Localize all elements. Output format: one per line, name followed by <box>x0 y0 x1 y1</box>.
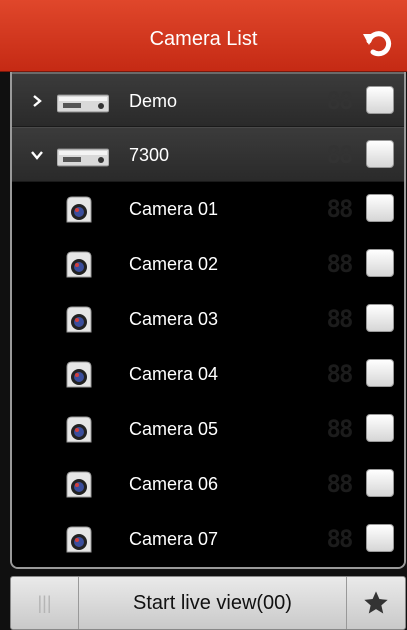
camera-checkbox[interactable] <box>366 469 394 497</box>
camera-checkbox[interactable] <box>366 359 394 387</box>
camera-checkbox[interactable] <box>366 414 394 442</box>
favorite-button[interactable] <box>347 577 405 629</box>
dvr-device-icon <box>57 148 109 167</box>
camera-icon <box>66 251 92 278</box>
camera-icon <box>66 361 92 388</box>
camera-icon <box>66 526 92 553</box>
header-bar: Camera List <box>0 0 407 72</box>
camera-row[interactable]: Camera 07 88 <box>12 512 404 567</box>
camera-name: Camera 04 <box>129 364 219 384</box>
channel-indicator: 88 <box>326 250 354 278</box>
channel-indicator: 88 <box>326 415 354 443</box>
camera-icon <box>66 306 92 333</box>
camera-icon <box>66 416 92 443</box>
dvr-device-icon <box>57 94 109 113</box>
camera-checkbox[interactable] <box>366 524 394 552</box>
back-button[interactable] <box>361 28 393 58</box>
chevron-right-icon[interactable] <box>30 94 44 108</box>
channel-indicator: 88 <box>326 470 354 498</box>
chevron-down-icon[interactable] <box>30 148 44 162</box>
device-row[interactable]: Demo 88 <box>12 72 404 127</box>
star-icon <box>364 591 388 614</box>
bottom-toolbar: ||| Start live view(00) <box>10 576 406 630</box>
device-name: 7300 <box>129 145 170 165</box>
camera-name: Camera 02 <box>129 254 219 274</box>
start-live-view-button[interactable]: Start live view(00) <box>79 577 347 629</box>
camera-row[interactable]: Camera 01 88 <box>12 182 404 237</box>
channel-indicator: 88 <box>326 305 354 333</box>
camera-checkbox[interactable] <box>366 249 394 277</box>
camera-checkbox[interactable] <box>366 304 394 332</box>
camera-name: Camera 07 <box>129 529 219 549</box>
camera-row[interactable]: Camera 06 88 <box>12 457 404 512</box>
camera-name: Camera 05 <box>129 419 219 439</box>
camera-name: Camera 03 <box>129 309 219 329</box>
camera-row[interactable]: Camera 02 88 <box>12 237 404 292</box>
device-checkbox[interactable] <box>366 86 394 114</box>
camera-icon <box>66 471 92 498</box>
camera-row[interactable]: Camera 04 88 <box>12 347 404 402</box>
camera-list[interactable]: Demo 88 7300 88 Camera 01 88 Camera 02 8… <box>12 72 404 567</box>
camera-checkbox[interactable] <box>366 194 394 222</box>
camera-name: Camera 06 <box>129 474 219 494</box>
channel-indicator: 88 <box>326 360 354 388</box>
camera-icon <box>66 196 92 223</box>
channel-indicator: 88 <box>326 141 354 169</box>
channel-indicator: 88 <box>326 525 354 553</box>
channel-indicator: 88 <box>326 195 354 223</box>
page-title: Camera List <box>149 28 258 50</box>
channel-indicator: 88 <box>326 87 354 115</box>
camera-list-panel: Demo 88 7300 88 Camera 01 88 Camera 02 8… <box>10 72 406 569</box>
grip-handle[interactable]: ||| <box>11 577 79 629</box>
device-row[interactable]: 7300 88 <box>12 127 404 182</box>
device-checkbox[interactable] <box>366 140 394 168</box>
camera-name: Camera 01 <box>129 199 219 219</box>
undo-arrow-icon <box>363 31 392 57</box>
camera-row[interactable]: Camera 03 88 <box>12 292 404 347</box>
camera-row[interactable]: Camera 05 88 <box>12 402 404 457</box>
device-name: Demo <box>129 91 178 111</box>
